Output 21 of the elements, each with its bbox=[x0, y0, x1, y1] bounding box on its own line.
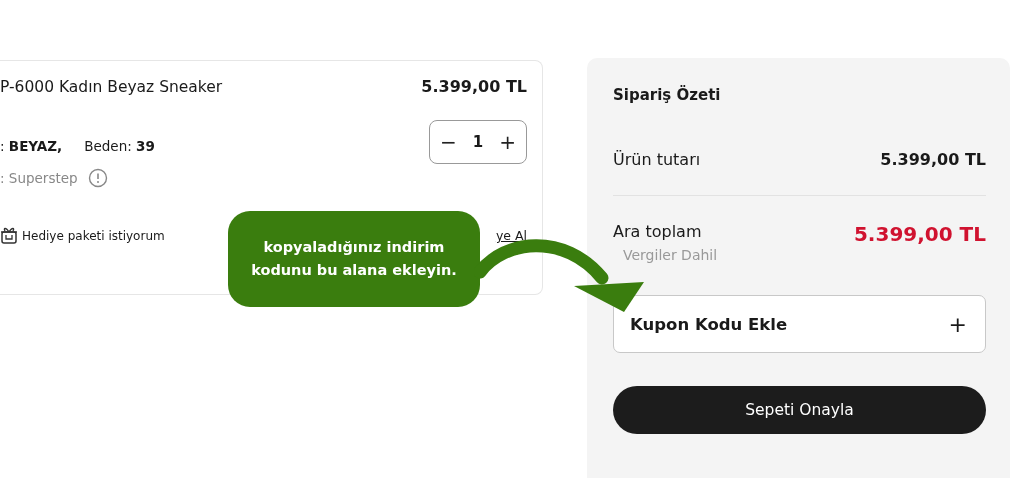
gift-option-label: Hediye paketi istiyorum bbox=[22, 228, 165, 243]
decrease-button[interactable]: − bbox=[436, 130, 461, 154]
color-attribute: : BEYAZ, bbox=[0, 138, 63, 154]
product-title: P-6000 Kadın Beyaz Sneaker bbox=[0, 77, 223, 96]
summary-title: Sipariş Özeti bbox=[613, 86, 722, 104]
increase-button[interactable]: + bbox=[495, 130, 520, 154]
summary-amount: 5.399,00 TL bbox=[853, 222, 986, 246]
seller-text: : Superstep bbox=[0, 170, 78, 186]
coupon-toggle[interactable]: Kupon Kodu Ekle + bbox=[613, 295, 986, 353]
info-icon[interactable] bbox=[87, 168, 108, 188]
quantity-value: 1 bbox=[472, 133, 484, 151]
callout-bubble: kopyaladığınız indirim kodunu bu alana ekleyin. bbox=[228, 211, 480, 307]
gift-icon[interactable] bbox=[0, 226, 18, 245]
size-attribute: Beden: 39 bbox=[84, 138, 155, 154]
summary-label: Ürün tutarı bbox=[613, 150, 701, 169]
confirm-cart-button[interactable]: Sepeti Onayla bbox=[613, 386, 986, 434]
tax-note: Vergiler Dahil bbox=[622, 247, 718, 263]
gift-link[interactable]: ye Al bbox=[495, 228, 527, 243]
product-price: 5.399,00 TL bbox=[421, 77, 527, 96]
summary-label: Ara toplam bbox=[613, 222, 703, 241]
summary-amount: 5.399,00 TL bbox=[880, 150, 986, 169]
